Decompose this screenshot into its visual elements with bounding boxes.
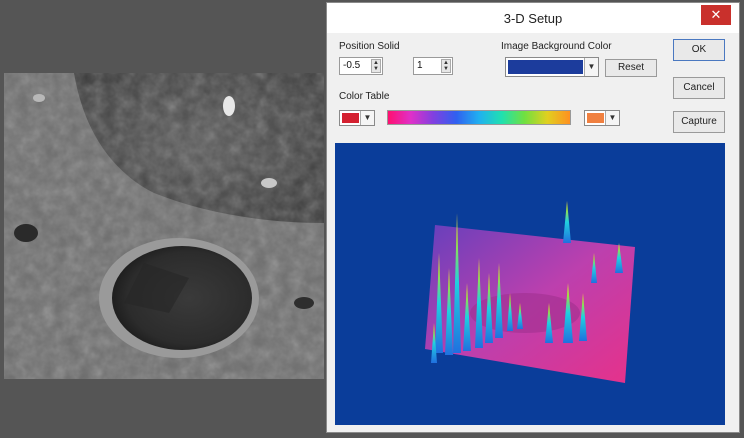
close-button[interactable]: ✕ — [701, 5, 731, 25]
low-color-swatch — [342, 113, 359, 123]
3d-preview-canvas[interactable] — [335, 143, 725, 425]
close-icon: ✕ — [710, 7, 722, 22]
spin-arrows[interactable]: ▲ ▼ — [371, 59, 381, 73]
bg-color-swatch — [508, 60, 583, 74]
ok-button[interactable]: OK — [673, 39, 725, 61]
reset-button[interactable]: Reset — [605, 59, 657, 77]
title-bar[interactable]: 3-D Setup ✕ — [327, 3, 739, 33]
moon-image — [4, 73, 324, 379]
spin-arrows[interactable]: ▲ ▼ — [441, 59, 451, 73]
spin-down-icon[interactable]: ▼ — [442, 66, 450, 72]
color-table-low-select[interactable]: ▼ — [339, 110, 375, 126]
high-color-swatch — [587, 113, 604, 123]
chevron-down-icon[interactable]: ▼ — [360, 111, 374, 125]
bg-color-label: Image Background Color — [501, 41, 612, 52]
cancel-button[interactable]: Cancel — [673, 77, 725, 99]
position-solid-label: Position Solid — [339, 41, 400, 52]
bg-color-select[interactable]: ▼ — [505, 57, 599, 77]
color-table-label: Color Table — [339, 91, 390, 102]
position-y-stepper[interactable]: 1 ▲ ▼ — [413, 57, 453, 75]
setup-dialog: 3-D Setup ✕ Position Solid -0.5 ▲ ▼ 1 ▲ … — [326, 2, 740, 433]
position-y-value: 1 — [417, 60, 423, 71]
chevron-down-icon[interactable]: ▼ — [605, 111, 619, 125]
capture-button[interactable]: Capture — [673, 111, 725, 133]
color-table-gradient — [387, 110, 571, 125]
dialog-title: 3-D Setup — [503, 11, 563, 26]
chevron-down-icon[interactable]: ▼ — [584, 58, 598, 76]
position-x-value: -0.5 — [343, 60, 361, 71]
spin-down-icon[interactable]: ▼ — [372, 66, 380, 72]
position-x-stepper[interactable]: -0.5 ▲ ▼ — [339, 57, 383, 75]
color-table-high-select[interactable]: ▼ — [584, 110, 620, 126]
